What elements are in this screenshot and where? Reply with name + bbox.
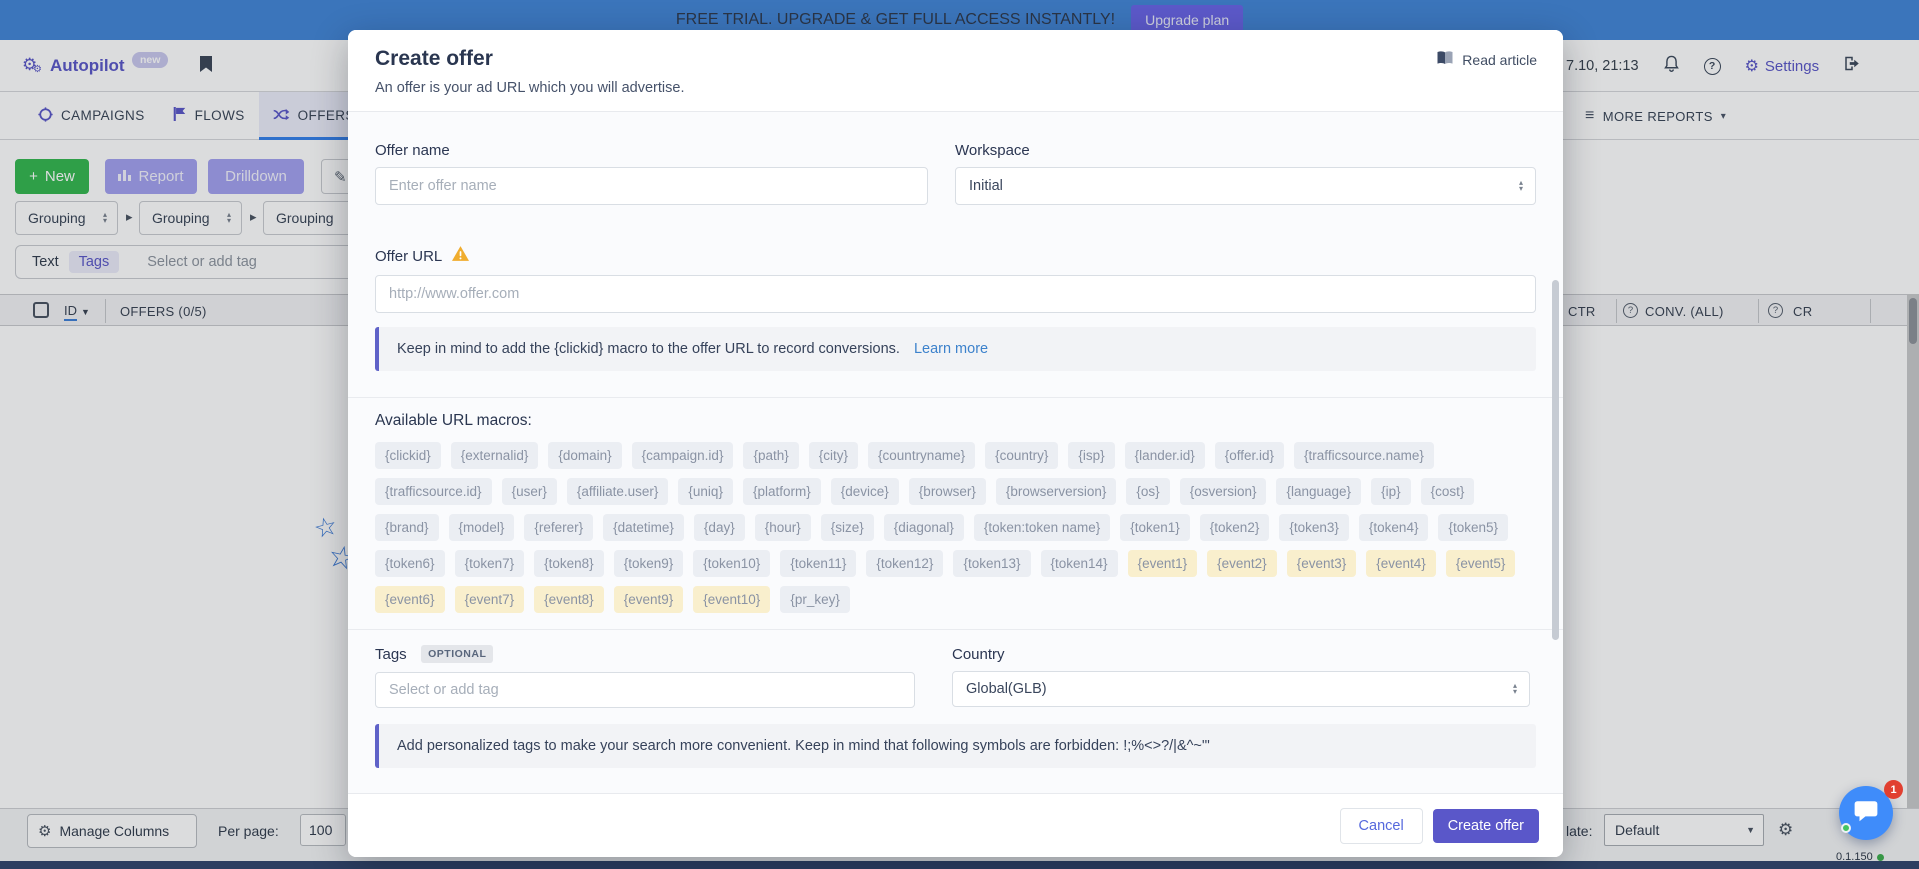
section-divider [348, 397, 1563, 398]
macro-chip[interactable]: {event5} [1446, 550, 1516, 577]
macro-chip[interactable]: {token14} [1041, 550, 1118, 577]
macro-chip[interactable]: {token5} [1438, 514, 1508, 541]
offer-name-label: Offer name [375, 142, 928, 159]
macro-chip[interactable]: {token11} [780, 550, 856, 577]
macro-chip[interactable]: {diagonal} [884, 514, 964, 541]
read-article-link[interactable]: Read article [1436, 50, 1537, 69]
macro-chip[interactable]: {token13} [953, 550, 1030, 577]
macro-chip[interactable]: {referer} [524, 514, 593, 541]
macro-chip[interactable]: {trafficsource.id} [375, 478, 492, 505]
macro-chip[interactable]: {language} [1276, 478, 1361, 505]
macro-chip[interactable]: {device} [831, 478, 899, 505]
select-chevrons-icon: ▴▾ [1519, 180, 1523, 192]
macro-chip[interactable]: {event9} [614, 586, 684, 613]
section-divider [348, 629, 1563, 630]
modal-footer: Cancel Create offer [348, 793, 1563, 857]
macro-chip[interactable]: {token12} [866, 550, 943, 577]
book-icon [1436, 50, 1454, 69]
clickid-note: Keep in mind to add the {clickid} macro … [375, 327, 1536, 371]
tags-label: Tags [375, 646, 407, 663]
macro-chip[interactable]: {token9} [614, 550, 684, 577]
macro-chip[interactable]: {token4} [1359, 514, 1429, 541]
macro-chip[interactable]: {externalid} [451, 442, 539, 469]
modal-body: Offer name Workspace Initial ▴▾ Offer UR… [348, 112, 1563, 768]
chat-unread-badge: 1 [1884, 780, 1903, 799]
tags-input[interactable] [375, 672, 915, 708]
macro-chip[interactable]: {ip} [1371, 478, 1411, 505]
create-offer-modal: Create offer An offer is your ad URL whi… [348, 30, 1563, 857]
macro-chip[interactable]: {isp} [1068, 442, 1114, 469]
macro-chip[interactable]: {size} [821, 514, 874, 541]
macro-chip[interactable]: {event2} [1207, 550, 1277, 577]
macro-chip[interactable]: {event7} [455, 586, 525, 613]
macro-chip[interactable]: {browser} [909, 478, 986, 505]
macro-chip[interactable]: {affiliate.user} [567, 478, 669, 505]
macro-chip[interactable]: {platform} [743, 478, 821, 505]
optional-badge: OPTIONAL [421, 645, 493, 663]
macro-chip[interactable]: {path} [743, 442, 798, 469]
macro-chip[interactable]: {campaign.id} [632, 442, 734, 469]
macro-chip[interactable]: {city} [809, 442, 858, 469]
macros-title: Available URL macros: [375, 412, 1536, 430]
macro-chip[interactable]: {os} [1126, 478, 1169, 505]
country-label: Country [952, 646, 1530, 663]
macro-chip[interactable]: {pr_key} [780, 586, 850, 613]
macro-chip[interactable]: {trafficsource.name} [1294, 442, 1434, 469]
modal-subtitle: An offer is your ad URL which you will a… [375, 80, 1537, 96]
macro-chip[interactable]: {brand} [375, 514, 439, 541]
workspace-label: Workspace [955, 142, 1536, 159]
chat-online-dot [1841, 823, 1851, 833]
macro-chip[interactable]: {clickid} [375, 442, 441, 469]
country-select[interactable]: Global(GLB) ▴▾ [952, 671, 1530, 707]
warning-icon [451, 245, 470, 267]
modal-title: Create offer [375, 47, 1537, 71]
macro-chip[interactable]: {lander.id} [1125, 442, 1205, 469]
macro-chip[interactable]: {model} [449, 514, 515, 541]
select-chevrons-icon: ▴▾ [1513, 683, 1517, 695]
macro-chip[interactable]: {token7} [455, 550, 525, 577]
create-offer-button[interactable]: Create offer [1433, 809, 1539, 843]
offer-url-input[interactable] [375, 275, 1536, 313]
workspace-select[interactable]: Initial ▴▾ [955, 167, 1536, 205]
learn-more-link[interactable]: Learn more [914, 341, 988, 357]
macro-chip[interactable]: {event3} [1287, 550, 1357, 577]
macro-chip[interactable]: {event6} [375, 586, 445, 613]
macros-list: {clickid} {externalid} {domain} {campaign.i… [375, 442, 1530, 613]
macro-chip[interactable]: {domain} [548, 442, 621, 469]
macro-chip[interactable]: {token6} [375, 550, 445, 577]
macro-chip[interactable]: {country} [985, 442, 1058, 469]
macro-chip[interactable]: {offer.id} [1215, 442, 1284, 469]
modal-scrollbar-thumb[interactable] [1552, 280, 1559, 640]
offer-name-input[interactable] [375, 167, 928, 205]
chat-bubble-icon [1853, 799, 1879, 828]
macro-chip[interactable]: {user} [502, 478, 557, 505]
offer-url-label: Offer URL [375, 248, 442, 265]
macro-chip[interactable]: {event4} [1366, 550, 1436, 577]
macro-chip[interactable]: {event1} [1128, 550, 1198, 577]
modal-header: Create offer An offer is your ad URL whi… [348, 30, 1563, 112]
macro-chip[interactable]: {countryname} [868, 442, 975, 469]
macro-chip[interactable]: {day} [694, 514, 745, 541]
macro-chip[interactable]: {browserversion} [996, 478, 1117, 505]
macro-chip[interactable]: {token8} [534, 550, 604, 577]
tags-note: Add personalized tags to make your searc… [375, 724, 1536, 768]
macro-chip[interactable]: {hour} [755, 514, 811, 541]
cancel-button[interactable]: Cancel [1340, 808, 1423, 844]
macro-chip[interactable]: {token2} [1200, 514, 1270, 541]
macro-chip[interactable]: {cost} [1421, 478, 1475, 505]
macro-chip[interactable]: {uniq} [678, 478, 733, 505]
macro-chip[interactable]: {token:token name} [974, 514, 1110, 541]
macro-chip[interactable]: {token3} [1279, 514, 1349, 541]
macro-chip[interactable]: {token1} [1120, 514, 1190, 541]
macro-chip[interactable]: {osversion} [1180, 478, 1267, 505]
macro-chip[interactable]: {datetime} [603, 514, 684, 541]
macro-chip[interactable]: {event8} [534, 586, 604, 613]
macro-chip[interactable]: {token10} [693, 550, 770, 577]
macro-chip[interactable]: {event10} [693, 586, 770, 613]
